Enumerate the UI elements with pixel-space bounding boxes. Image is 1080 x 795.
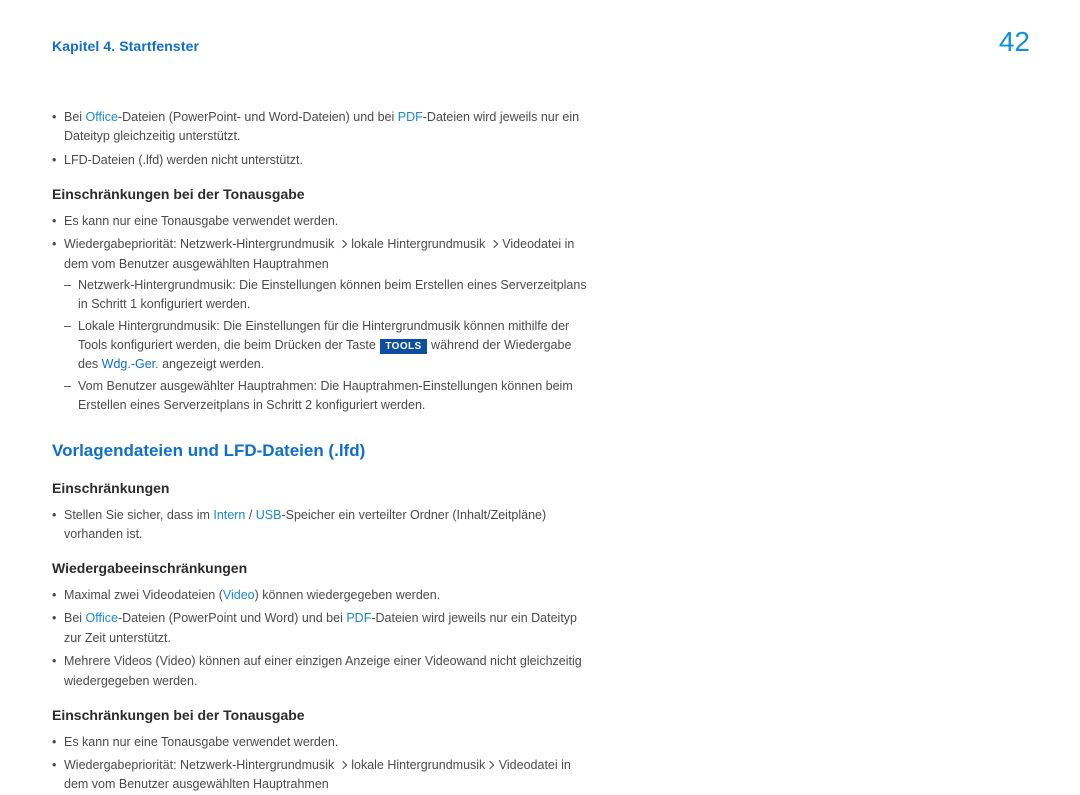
list-item: Stellen Sie sicher, dass im Intern / USB… bbox=[52, 506, 592, 545]
heading-sound-restrictions-2: Einschränkungen bei der Tonausgabe bbox=[52, 705, 592, 727]
text-segment: -Dateien (PowerPoint und Word) und bei bbox=[118, 611, 346, 625]
inline-link-pdf[interactable]: PDF bbox=[398, 110, 423, 124]
inline-link-office[interactable]: Office bbox=[86, 611, 118, 625]
text-segment: / bbox=[245, 508, 255, 522]
content-column: Bei Office-Dateien (PowerPoint- und Word… bbox=[52, 56, 592, 795]
heading-sound-restrictions: Einschränkungen bei der Tonausgabe bbox=[52, 184, 592, 206]
heading-restrictions: Einschränkungen bbox=[52, 478, 592, 500]
tools-button-chip: TOOLS bbox=[380, 339, 426, 354]
text-segment: lokale Hintergrundmusik bbox=[351, 237, 485, 251]
list-item: Netzwerk-Hintergrundmusik: Die Einstellu… bbox=[64, 276, 592, 315]
list-item: Mehrere Videos (Video) können auf einer … bbox=[52, 652, 592, 691]
list-item: Bei Office-Dateien (PowerPoint- und Word… bbox=[52, 108, 592, 147]
text-segment: Bei bbox=[64, 611, 86, 625]
text-segment: Bei bbox=[64, 110, 86, 124]
sub-list: Netzwerk-Hintergrundmusik: Die Einstellu… bbox=[64, 276, 592, 416]
text-segment: angezeigt werden. bbox=[159, 357, 265, 371]
list-item: Maximal zwei Videodateien (Video) können… bbox=[52, 586, 592, 605]
text-segment: Wiedergabepriorität: Netzwerk-Hintergrun… bbox=[64, 237, 334, 251]
inline-link-wdg-ger[interactable]: Wdg.-Ger. bbox=[102, 357, 159, 371]
intro-list: Bei Office-Dateien (PowerPoint- und Word… bbox=[52, 108, 592, 170]
list-item: Vom Benutzer ausgewählter Hauptrahmen: D… bbox=[64, 377, 592, 416]
inline-link-intern[interactable]: Intern bbox=[213, 508, 245, 522]
page-number: 42 bbox=[999, 28, 1032, 56]
page-header: Kapitel 4. Startfenster 42 bbox=[0, 0, 1080, 56]
list-item: Wiedergabepriorität: Netzwerk-Hintergrun… bbox=[52, 756, 592, 795]
arrow-icon bbox=[338, 760, 346, 768]
text-segment: lokale Hintergrundmusik bbox=[351, 758, 485, 772]
inline-link-video[interactable]: Video bbox=[223, 588, 255, 602]
arrow-icon bbox=[486, 760, 494, 768]
sound-list: Es kann nur eine Tonausgabe verwendet we… bbox=[52, 212, 592, 416]
list-item: LFD-Dateien (.lfd) werden nicht unterstü… bbox=[52, 151, 592, 170]
inline-link-pdf[interactable]: PDF bbox=[346, 611, 371, 625]
text-segment: Stellen Sie sicher, dass im bbox=[64, 508, 213, 522]
list-item: Bei Office-Dateien (PowerPoint und Word)… bbox=[52, 609, 592, 648]
arrow-icon bbox=[490, 240, 498, 248]
text-segment: Wiedergabepriorität: Netzwerk-Hintergrun… bbox=[64, 758, 334, 772]
breadcrumb[interactable]: Kapitel 4. Startfenster bbox=[52, 28, 199, 55]
list-item: Es kann nur eine Tonausgabe verwendet we… bbox=[52, 733, 592, 752]
heading-playback-restrictions: Wiedergabeeinschränkungen bbox=[52, 558, 592, 580]
sound-list-2: Es kann nur eine Tonausgabe verwendet we… bbox=[52, 733, 592, 795]
list-item: Es kann nur eine Tonausgabe verwendet we… bbox=[52, 212, 592, 231]
inline-link-usb[interactable]: USB bbox=[256, 508, 282, 522]
heading-lfd-templates: Vorlagendateien und LFD-Dateien (.lfd) bbox=[52, 438, 592, 464]
text-segment: -Dateien (PowerPoint- und Word-Dateien) … bbox=[118, 110, 398, 124]
text-segment: ) können wiedergegeben werden. bbox=[255, 588, 441, 602]
arrow-icon bbox=[338, 240, 346, 248]
playback-list: Maximal zwei Videodateien (Video) können… bbox=[52, 586, 592, 691]
restrictions-list: Stellen Sie sicher, dass im Intern / USB… bbox=[52, 506, 592, 545]
text-segment: Maximal zwei Videodateien ( bbox=[64, 588, 223, 602]
inline-link-office[interactable]: Office bbox=[86, 110, 118, 124]
list-item: Wiedergabepriorität: Netzwerk-Hintergrun… bbox=[52, 235, 592, 415]
list-item: Lokale Hintergrundmusik: Die Einstellung… bbox=[64, 317, 592, 375]
